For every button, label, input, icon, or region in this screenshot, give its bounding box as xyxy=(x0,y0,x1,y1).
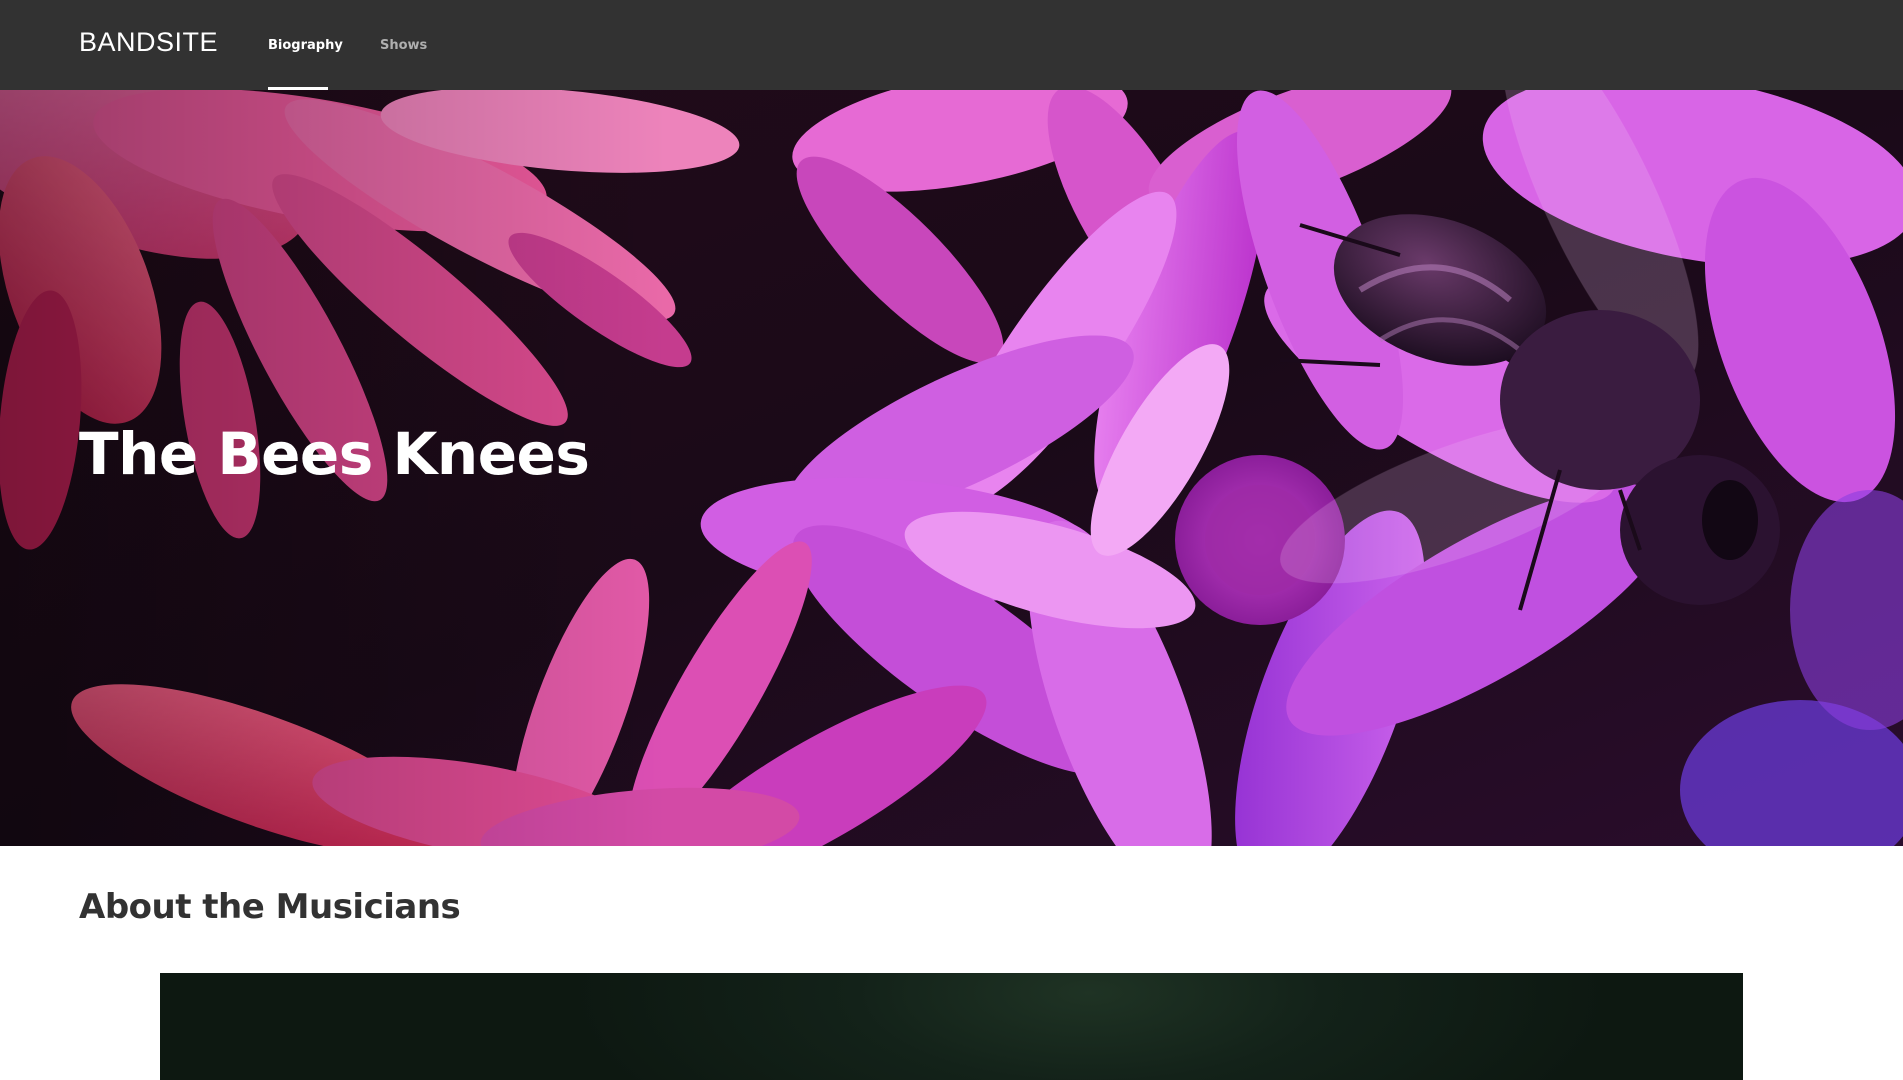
nav-link-shows[interactable]: Shows xyxy=(380,0,427,90)
about-musicians-heading: About the Musicians xyxy=(79,887,461,927)
bandsite-logo[interactable]: BANDSITE xyxy=(79,27,218,57)
hero-banner: The Bees Knees xyxy=(0,90,1903,846)
musicians-photo xyxy=(160,973,1743,1080)
hero-title: The Bees Knees xyxy=(79,420,590,488)
site-header: BANDSITE Biography Shows xyxy=(0,0,1903,90)
nav-link-biography[interactable]: Biography xyxy=(268,0,343,90)
